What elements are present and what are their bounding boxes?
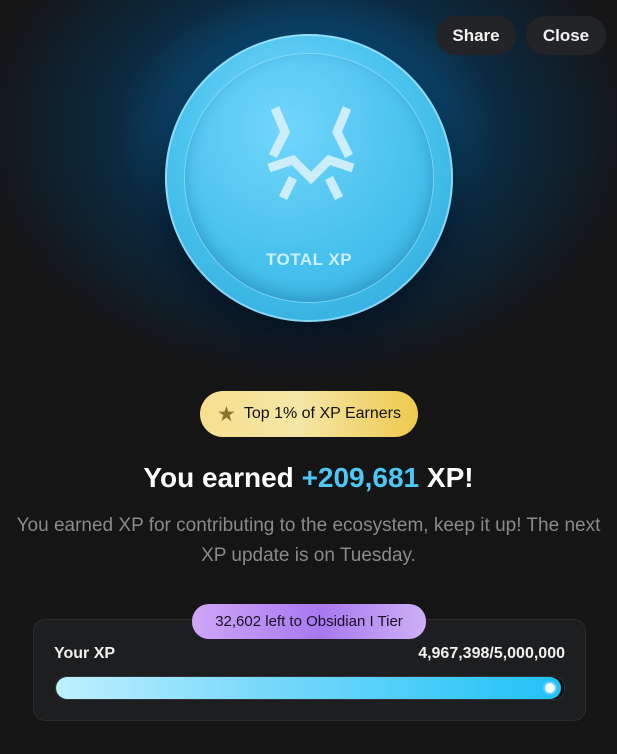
total-xp-logo-icon — [267, 106, 355, 201]
xp-progress-fill — [56, 677, 561, 699]
earned-headline: You earned +209,681 XP! — [0, 462, 617, 494]
tier-remaining-pill: 32,602 left to Obsidian I Tier — [192, 604, 426, 639]
star-icon: ★ — [217, 402, 236, 426]
xp-progress-knob — [543, 681, 557, 695]
coin-label: TOTAL XP — [265, 250, 353, 269]
xp-progress-bar — [55, 676, 565, 700]
total-xp-coin: TOTAL XP — [165, 34, 453, 322]
coin-face: TOTAL XP — [185, 54, 433, 302]
xp-description: You earned XP for contributing to the ec… — [16, 515, 601, 566]
share-button[interactable]: Share — [436, 16, 516, 55]
headline-suffix: XP! — [426, 462, 474, 493]
top-earners-badge: ★ Top 1% of XP Earners — [200, 391, 418, 437]
headline-prefix: You earned — [143, 462, 294, 493]
your-xp-label: Your XP — [54, 645, 116, 662]
xp-summary-screen: Share Close TOTAL XP ★ Top 1% of XP Earn… — [0, 0, 617, 754]
earned-xp-amount: +209,681 — [301, 462, 420, 493]
badge-text: Top 1% of XP Earners — [243, 405, 401, 422]
xp-value: 4,967,398/5,000,000 — [418, 645, 565, 662]
close-button[interactable]: Close — [526, 16, 606, 55]
